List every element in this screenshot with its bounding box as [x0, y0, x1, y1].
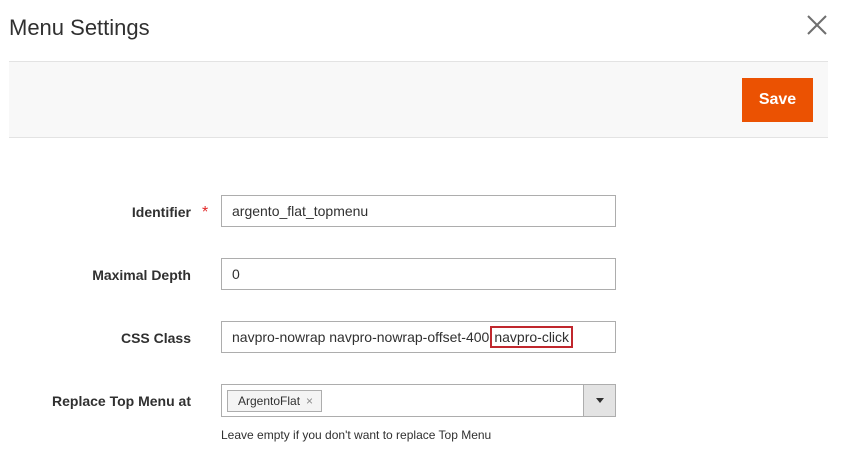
- modal-title: Menu Settings: [9, 15, 150, 40]
- css-class-input[interactable]: navpro-nowrap navpro-nowrap-offset-400 na…: [221, 321, 616, 353]
- close-button[interactable]: [805, 13, 829, 37]
- maximal-depth-input[interactable]: [221, 258, 616, 290]
- chevron-down-icon: [596, 398, 604, 403]
- replace-top-menu-label: Replace Top Menu at: [52, 393, 191, 409]
- css-class-highlighted-value: navpro-click: [490, 326, 574, 348]
- menu-settings-modal: Menu Settings Save Identifier * Maximal …: [0, 0, 843, 457]
- css-class-label: CSS Class: [120, 330, 191, 346]
- identifier-label: Identifier: [131, 204, 191, 220]
- identifier-input[interactable]: [221, 195, 616, 227]
- replace-top-menu-select[interactable]: ArgentoFlat ×: [221, 384, 616, 417]
- selected-tag-argentoflat: ArgentoFlat ×: [227, 390, 323, 412]
- tag-remove-button[interactable]: ×: [306, 391, 313, 411]
- required-marker: *: [202, 204, 209, 221]
- replace-top-menu-note: Leave empty if you don't want to replace…: [221, 428, 492, 442]
- dropdown-toggle-button[interactable]: [583, 385, 615, 416]
- maximal-depth-label: Maximal Depth: [92, 267, 191, 283]
- close-icon: [807, 15, 827, 35]
- save-button[interactable]: Save: [742, 78, 813, 122]
- modal-action-bar: Save: [9, 61, 828, 138]
- tag-label: ArgentoFlat: [238, 394, 301, 408]
- css-class-value-prefix: navpro-nowrap navpro-nowrap-offset-400: [232, 329, 490, 345]
